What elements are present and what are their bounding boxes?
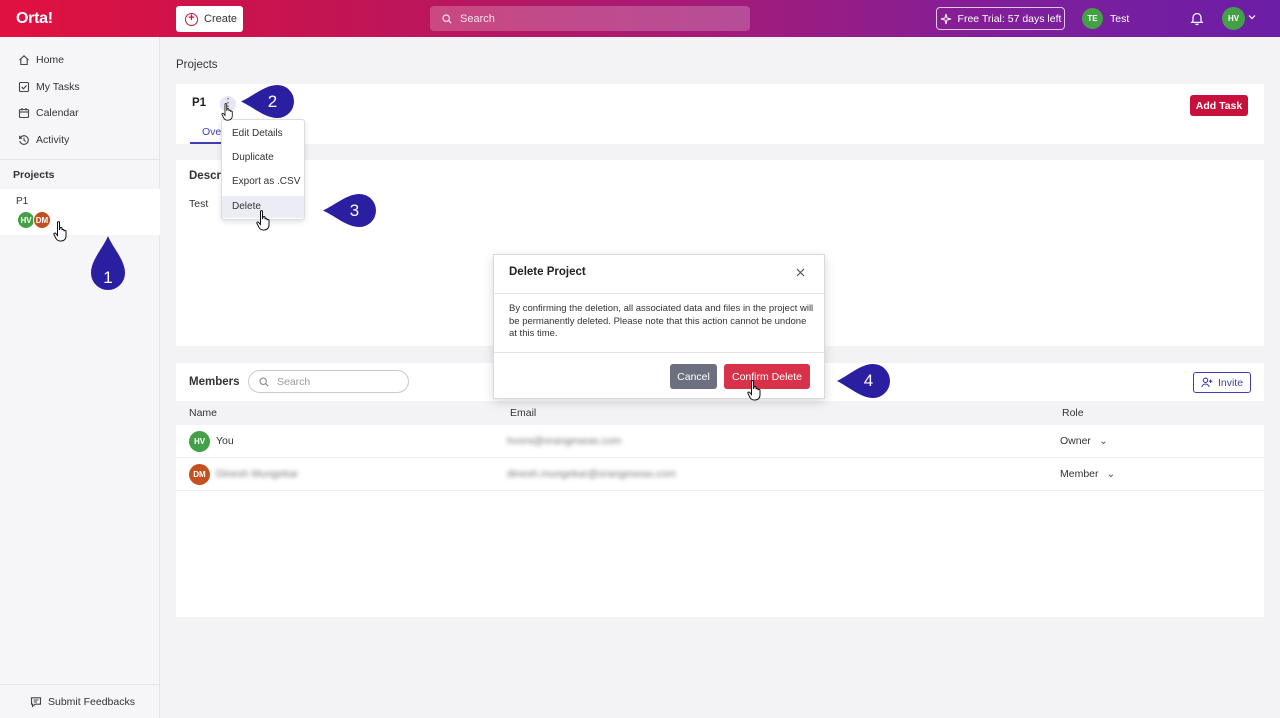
calendar-icon [18,108,30,119]
create-button[interactable]: + Create [176,6,243,32]
submit-feedback-label: Submit Feedbacks [48,696,135,708]
sidebar-footer-divider [0,684,160,685]
project-options-menu: Edit Details Duplicate Export as .CSV De… [221,119,305,220]
invite-label: Invite [1217,376,1244,389]
step-marker-2: 2 [241,85,294,118]
dialog-divider [494,293,824,294]
submit-feedback-button[interactable]: Submit Feedbacks [30,696,135,708]
history-icon [19,135,29,145]
menu-item-duplicate[interactable]: Duplicate [222,147,304,169]
sidebar-project-name: P1 [16,196,29,207]
member-role: Owner [1060,435,1091,447]
bell-icon[interactable] [1190,11,1204,26]
checkbox-icon [18,81,30,93]
add-task-button[interactable]: Add Task [1190,95,1248,116]
sparkle-icon [940,13,951,24]
delete-project-dialog: Delete Project By confirming the deletio… [493,254,825,399]
sidebar-item-home[interactable]: Home [18,54,64,66]
step-marker-4: 4 [837,364,890,398]
dialog-message: By confirming the deletion, all associat… [509,303,814,339]
sidebar-divider [0,159,160,160]
table-row[interactable]: DM Dinesh Mungekar dinesh.mungekar@orang… [176,458,1264,491]
member-role: Member [1060,468,1099,480]
add-user-icon [1201,377,1213,388]
description-title: Descri [189,170,225,182]
hand-cursor-icon [256,210,270,231]
hand-cursor-icon [747,380,761,401]
step-marker-3: 3 [323,194,376,227]
project-header: P1 ⋮ Ove Add Task [176,84,1264,144]
sidebar-projects-heading: Projects [13,169,55,181]
menu-item-export-csv[interactable]: Export as .CSV [222,171,304,193]
app-logo[interactable]: Orta! [16,10,53,28]
invite-button[interactable]: Invite [1193,372,1251,393]
members-title: Members [189,376,240,388]
member-avatar: DM [33,211,51,229]
sidebar-item-activity[interactable]: Activity [18,134,69,146]
hand-cursor-icon [53,221,67,242]
member-name: You [216,435,234,447]
cancel-button[interactable]: Cancel [670,364,717,389]
column-header-role[interactable]: Role [1062,407,1084,419]
global-search-placeholder: Search [460,12,495,25]
members-card: Members Search Invite Name Email Role HV… [176,363,1264,617]
description-text: Test [189,198,209,210]
sidebar-item-label: Calendar [36,107,79,119]
global-search-input[interactable]: Search [430,6,750,31]
create-label: Create [204,13,238,25]
free-trial-label: Free Trial: 57 days left [957,12,1062,25]
top-bar: Orta! + Create Search Free Trial: 57 day… [0,0,1280,37]
home-icon [19,55,29,66]
user-chip[interactable]: TE Test [1082,8,1129,29]
search-icon [442,13,452,24]
free-trial-button[interactable]: Free Trial: 57 days left [936,7,1065,30]
sidebar-item-calendar[interactable]: Calendar [18,107,79,119]
step-number: 1 [103,268,113,287]
sidebar-item-label: Activity [36,134,70,146]
step-number: 2 [267,91,278,111]
sidebar-item-my-tasks[interactable]: My Tasks [18,81,80,93]
chevron-down-icon[interactable] [1248,13,1256,21]
step-number: 3 [349,200,360,220]
member-email: hvora@orangeseas.com [507,435,622,447]
confirm-delete-button[interactable]: Confirm Delete [724,364,810,389]
project-title: P1 [192,97,207,109]
page-title: Projects [176,59,218,71]
member-avatar: HV [189,431,210,452]
feedback-icon [30,697,42,708]
member-role-select[interactable]: Member ⌄ [1060,468,1115,480]
column-header-name[interactable]: Name [189,407,217,419]
sidebar-item-label: My Tasks [36,81,80,93]
column-header-email[interactable]: Email [510,407,536,419]
step-marker-1: 1 [91,236,125,290]
member-email: dinesh.mungekar@orangeseas.com [507,468,676,480]
members-search-placeholder: Search [277,375,311,388]
user-avatar: TE [1082,8,1103,29]
chevron-down-icon: ⌄ [1098,435,1108,447]
plus-circle-icon: + [185,12,198,26]
member-avatar: DM [189,464,210,485]
sidebar-item-label: Home [36,54,65,66]
member-name: Dinesh Mungekar [216,468,299,480]
dialog-divider [494,352,824,353]
dialog-title: Delete Project [509,266,586,278]
members-table-header: Name Email Role [176,401,1264,425]
table-row[interactable]: HV You hvora@orangeseas.com Owner ⌄ [176,425,1264,458]
step-number: 4 [863,371,874,390]
menu-item-edit-details[interactable]: Edit Details [222,123,304,145]
search-icon [259,376,269,387]
close-icon[interactable] [796,268,805,277]
member-role-select[interactable]: Owner ⌄ [1060,435,1108,447]
tab-overview[interactable]: Ove [202,126,221,138]
user-name: Test [1110,12,1130,25]
members-search-input[interactable]: Search [248,370,409,393]
hand-cursor-icon [221,103,233,121]
chevron-down-icon: ⌄ [1106,468,1116,480]
profile-avatar[interactable]: HV [1222,7,1245,30]
sidebar-project-item[interactable]: P1 HV DM [0,189,160,235]
sidebar: Home My Tasks Calendar Activity Projects… [0,37,160,718]
